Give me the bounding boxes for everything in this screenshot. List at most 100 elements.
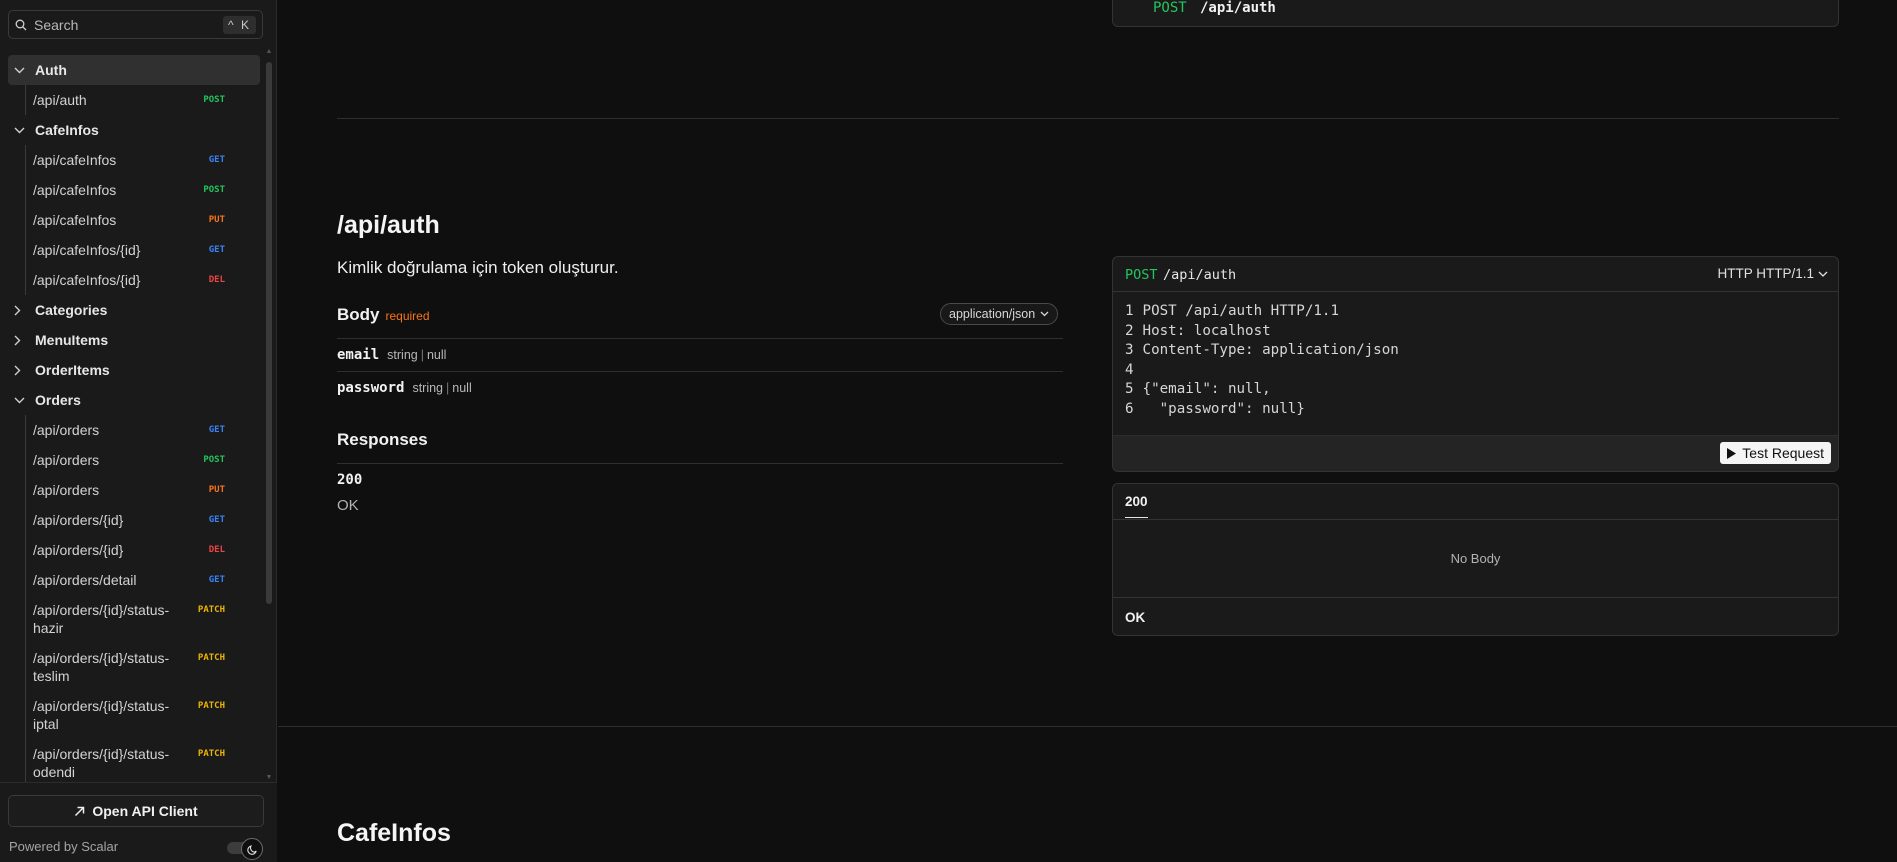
- divider: [337, 463, 1063, 464]
- test-request-label: Test Request: [1742, 445, 1824, 461]
- method-badge: PATCH: [197, 701, 225, 711]
- sidebar-item[interactable]: /api/orders PUT: [8, 475, 260, 505]
- chevron-down-icon: [1818, 271, 1828, 277]
- sidebar-item-path: /api/orders/{id}/status-hazir: [33, 602, 170, 636]
- line-number: 3: [1125, 342, 1134, 359]
- sidebar-group-label: Orders: [35, 392, 81, 408]
- sidebar-group-categories[interactable]: Categories: [8, 295, 260, 325]
- sidebar-item[interactable]: /api/auth POST: [8, 85, 260, 115]
- request-method: POST: [1125, 267, 1158, 283]
- sidebar-group-cafeinfos[interactable]: CafeInfos: [8, 115, 260, 145]
- sidebar-item[interactable]: /api/orders GET: [8, 415, 260, 445]
- sidebar-item-path: /api/orders/{id}/status-iptal: [33, 698, 170, 732]
- code-line: 5 {"email": null,: [1125, 380, 1271, 400]
- body-header: Body required: [337, 305, 430, 325]
- sidebar-item[interactable]: /api/orders/{id}/status-teslim PATCH: [8, 643, 260, 691]
- method-badge: PUT: [208, 485, 225, 495]
- endpoint-title: /api/auth: [337, 211, 440, 239]
- sidebar-item[interactable]: /api/cafeInfos POST: [8, 175, 260, 205]
- search-shortcut: ^ K: [223, 15, 256, 34]
- previous-request-card: POST /api/auth: [1112, 0, 1839, 27]
- search-icon: [15, 19, 27, 30]
- sidebar-scrollbar[interactable]: [266, 62, 272, 604]
- sidebar-item[interactable]: /api/orders/{id}/status-iptal PATCH: [8, 691, 260, 739]
- sidebar-item-path: /api/auth: [33, 92, 87, 108]
- play-icon: [1727, 447, 1737, 459]
- sidebar-item-path: /api/orders/{id}/status-teslim: [33, 650, 170, 684]
- sidebar-item[interactable]: /api/orders/{id} GET: [8, 505, 260, 535]
- external-link-icon: [75, 806, 85, 816]
- chevron-right-icon: [14, 365, 28, 376]
- tab-200[interactable]: 200: [1125, 494, 1148, 518]
- sidebar: Search ^ K Auth/api/auth POST CafeInfos/ap…: [0, 0, 277, 862]
- method-badge: DEL: [208, 275, 225, 285]
- protocol-select[interactable]: HTTP HTTP/1.1: [1717, 266, 1828, 281]
- chevron-right-icon: [14, 305, 28, 316]
- scroll-up-arrow[interactable]: ▲: [265, 48, 273, 55]
- sidebar-group-auth[interactable]: Auth: [8, 55, 260, 85]
- section-divider: [278, 726, 1897, 727]
- chevron-right-icon: [14, 335, 28, 346]
- search-placeholder: Search: [34, 16, 79, 33]
- powered-by[interactable]: Powered by Scalar: [9, 839, 118, 854]
- sidebar-group-orderitems[interactable]: OrderItems: [8, 355, 260, 385]
- sidebar-group-orders[interactable]: Orders: [8, 385, 260, 415]
- request-path: /api/auth: [1163, 267, 1237, 283]
- chevron-down-icon: [14, 67, 28, 74]
- search-box[interactable]: Search ^ K: [8, 10, 263, 39]
- scroll-down-arrow[interactable]: ▼: [265, 774, 273, 781]
- sidebar-group-label: CafeInfos: [35, 122, 99, 138]
- sidebar-item[interactable]: /api/orders/{id} DEL: [8, 535, 260, 565]
- sidebar-item-path: /api/orders/detail: [33, 572, 137, 588]
- method-badge: PUT: [208, 215, 225, 225]
- method-badge: GET: [208, 515, 225, 525]
- sidebar-item-path: /api/orders/{id}: [33, 512, 124, 528]
- dark-mode-toggle[interactable]: [227, 838, 263, 860]
- prev-method: POST: [1153, 0, 1187, 16]
- line-number: 6: [1125, 401, 1134, 417]
- sidebar-item[interactable]: /api/orders/detail GET: [8, 565, 260, 595]
- code-line: 2 Host: localhost: [1125, 322, 1271, 342]
- divider: [337, 338, 1063, 339]
- field-name: email: [337, 347, 380, 363]
- request-card-footer: Test Request: [1113, 435, 1838, 471]
- field-type: string | null: [387, 348, 447, 362]
- sidebar-group-menuitems[interactable]: MenuItems: [8, 325, 260, 355]
- sidebar-item[interactable]: /api/cafeInfos PUT: [8, 205, 260, 235]
- line-text: {"email": null,: [1142, 381, 1271, 398]
- sidebar-item-path: /api/cafeInfos/{id}: [33, 242, 141, 258]
- field-password: password string | null: [337, 380, 472, 396]
- sidebar-item[interactable]: /api/orders POST: [8, 445, 260, 475]
- method-badge: POST: [203, 185, 225, 195]
- sidebar-group-label: Auth: [35, 62, 67, 78]
- method-badge: POST: [203, 95, 225, 105]
- content-type-select[interactable]: application/json: [940, 303, 1059, 325]
- line-text: Content-Type: application/json: [1142, 342, 1399, 359]
- response-example-card: 200 No Body OK: [1112, 483, 1839, 636]
- sidebar-item[interactable]: /api/cafeInfos GET: [8, 145, 260, 175]
- test-request-button[interactable]: Test Request: [1720, 442, 1831, 464]
- required-badge: required: [385, 309, 430, 323]
- line-text: POST /api/auth HTTP/1.1: [1142, 303, 1340, 319]
- sidebar-item[interactable]: /api/cafeInfos/{id} DEL: [8, 265, 260, 295]
- body-label: Body: [337, 305, 380, 324]
- sidebar-group-label: MenuItems: [35, 332, 109, 348]
- line-number: 2: [1125, 322, 1134, 339]
- response-text: OK: [337, 497, 359, 514]
- sidebar-item-path: /api/orders/{id}: [33, 542, 124, 558]
- field-name: password: [337, 380, 405, 396]
- open-api-client-button[interactable]: Open API Client: [8, 795, 264, 827]
- sidebar-item[interactable]: /api/orders/{id}/status-odendi PATCH: [8, 739, 260, 787]
- line-number: 4: [1125, 361, 1134, 378]
- sidebar-item[interactable]: /api/orders/{id}/status-hazir PATCH: [8, 595, 260, 643]
- protocol-value: HTTP HTTP/1.1: [1717, 266, 1814, 281]
- method-badge: GET: [208, 245, 225, 255]
- endpoint-description: Kimlik doğrulama için token oluşturur.: [337, 258, 619, 277]
- code-line: 4: [1125, 361, 1143, 381]
- method-badge: PATCH: [197, 749, 225, 759]
- sidebar-item[interactable]: /api/cafeInfos/{id} GET: [8, 235, 260, 265]
- method-badge: DEL: [208, 545, 225, 555]
- section-divider: [337, 118, 1839, 119]
- code-line: 6 "password": null}: [1125, 400, 1305, 420]
- divider: [337, 371, 1063, 372]
